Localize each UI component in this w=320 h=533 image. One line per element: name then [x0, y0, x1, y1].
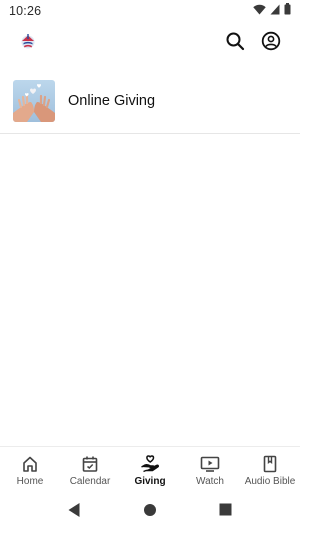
status-icons: [253, 2, 291, 20]
tv-play-icon: [200, 455, 220, 473]
nav-label-giving: Giving: [134, 476, 166, 487]
content-list: Online Giving: [0, 68, 300, 134]
system-home-button[interactable]: [142, 503, 158, 522]
nav-label-calendar: Calendar: [69, 476, 111, 487]
list-item-online-giving[interactable]: Online Giving: [0, 68, 300, 134]
status-bar: 10:26: [0, 0, 300, 22]
church-logo[interactable]: [18, 32, 38, 52]
nav-item-giving[interactable]: Giving: [120, 447, 180, 492]
home-circle-icon: [143, 503, 157, 522]
nav-label-home: Home: [16, 476, 44, 487]
system-nav-bar: [0, 492, 300, 533]
cellular-icon: [270, 2, 280, 20]
search-button[interactable]: [224, 32, 246, 54]
home-icon: [20, 455, 40, 473]
recents-icon: [219, 503, 232, 521]
app-header: [0, 28, 300, 62]
nav-item-audio-bible[interactable]: Audio Bible: [240, 447, 300, 492]
status-time: 10:26: [9, 4, 42, 18]
bottom-nav: Home Calendar Giving Watch Audio Bible: [0, 446, 300, 492]
nav-item-calendar[interactable]: Calendar: [60, 447, 120, 492]
nav-item-watch[interactable]: Watch: [180, 447, 240, 492]
search-icon: [225, 31, 245, 56]
giving-hand-heart-icon: [140, 455, 160, 473]
calendar-icon: [80, 455, 100, 473]
back-icon: [67, 502, 81, 523]
list-item-label: Online Giving: [68, 92, 156, 109]
system-recents-button[interactable]: [217, 503, 233, 521]
battery-icon: [284, 2, 291, 20]
nav-item-home[interactable]: Home: [0, 447, 60, 492]
nav-label-watch: Watch: [196, 476, 224, 487]
book-icon: [260, 455, 280, 473]
nav-label-audio-bible: Audio Bible: [244, 476, 296, 487]
profile-icon: [261, 31, 281, 56]
wifi-icon: [253, 2, 266, 20]
profile-button[interactable]: [260, 31, 282, 56]
hands-hearts-image: [13, 79, 55, 122]
system-back-button[interactable]: [66, 502, 82, 523]
